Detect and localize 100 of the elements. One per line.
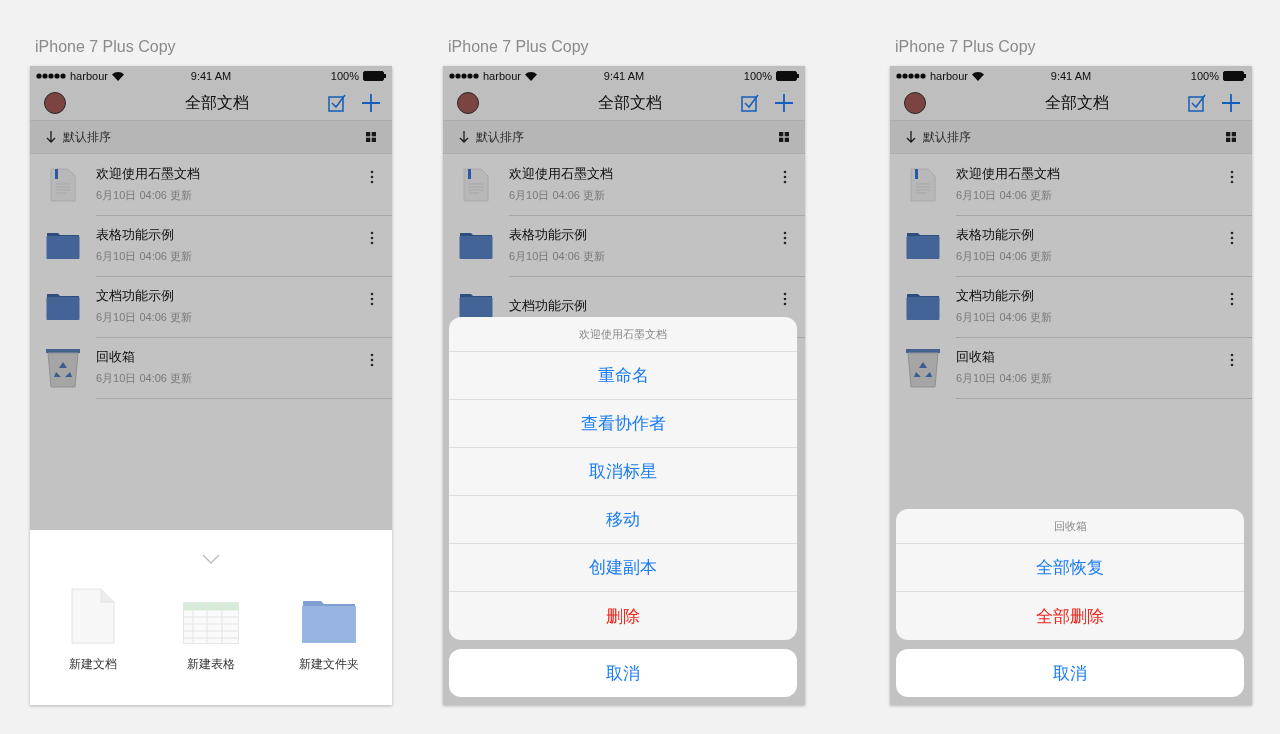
more-icon[interactable]	[783, 230, 787, 245]
more-icon[interactable]	[1230, 352, 1234, 367]
file-updated-time: 6月10日 04:06 更新	[509, 249, 606, 264]
folder-icon	[301, 600, 357, 644]
document-icon	[463, 167, 489, 202]
artboard-label: iPhone 7 Plus Copy	[448, 38, 590, 57]
action-option[interactable]: 取消标星	[449, 448, 797, 496]
file-updated-time: 6月10日 04:06 更新	[96, 249, 193, 264]
battery-percent: 100%	[1190, 70, 1219, 82]
carrier-name: harbour	[483, 70, 521, 82]
avatar[interactable]	[904, 92, 926, 114]
add-icon[interactable]	[362, 94, 380, 112]
file-name[interactable]: 欢迎使用石墨文档	[956, 165, 1252, 183]
status-time: 9:41 AM	[190, 70, 232, 82]
action-option[interactable]: 查看协作者	[449, 400, 797, 448]
folder-icon	[46, 292, 80, 321]
avatar[interactable]	[44, 92, 66, 114]
nav-title: 全部文档	[1044, 92, 1110, 113]
action-option[interactable]: 全部删除	[896, 592, 1244, 640]
file-name[interactable]: 欢迎使用石墨文档	[96, 165, 392, 183]
checkbox-edit-icon[interactable]	[1188, 94, 1206, 112]
grid-view-icon[interactable]	[779, 132, 789, 142]
file-updated-time: 6月10日 04:06 更新	[956, 371, 1053, 386]
more-icon[interactable]	[370, 291, 374, 306]
document-icon	[50, 167, 76, 202]
action-sheet-title: 回收箱	[896, 509, 1244, 544]
recycle-bin-icon	[46, 347, 80, 388]
folder-icon	[906, 292, 940, 321]
action-sheet-title: 欢迎使用石墨文档	[449, 317, 797, 352]
more-icon[interactable]	[1230, 169, 1234, 184]
folder-icon	[46, 231, 80, 260]
file-name[interactable]: 欢迎使用石墨文档	[509, 165, 805, 183]
create-option[interactable]: 新建表格	[161, 588, 261, 673]
folder-icon	[906, 231, 940, 260]
grid-view-icon[interactable]	[366, 132, 376, 142]
signal-icon	[896, 73, 926, 79]
cancel-button[interactable]: 取消	[449, 649, 797, 697]
file-name[interactable]: 回收箱	[96, 348, 392, 366]
more-icon[interactable]	[370, 352, 374, 367]
create-option[interactable]: 新建文件夹	[279, 588, 379, 673]
file-updated-time: 6月10日 04:06 更新	[96, 310, 193, 325]
file-updated-time: 6月10日 04:06 更新	[509, 188, 606, 203]
battery-icon	[363, 71, 386, 81]
checkbox-edit-icon[interactable]	[328, 94, 346, 112]
file-updated-time: 6月10日 04:06 更新	[956, 188, 1053, 203]
file-updated-time: 6月10日 04:06 更新	[956, 310, 1053, 325]
sort-label[interactable]: 默认排序	[923, 128, 971, 146]
more-icon[interactable]	[1230, 230, 1234, 245]
arrow-down-icon[interactable]	[906, 131, 916, 143]
add-icon[interactable]	[775, 94, 793, 112]
file-name[interactable]: 文档功能示例	[956, 287, 1252, 305]
wifi-icon	[971, 71, 984, 81]
status-time: 9:41 AM	[1050, 70, 1092, 82]
file-name[interactable]: 文档功能示例	[96, 287, 392, 305]
more-icon[interactable]	[1230, 291, 1234, 306]
file-name[interactable]: 文档功能示例	[509, 297, 805, 315]
sort-label[interactable]: 默认排序	[63, 128, 111, 146]
action-option[interactable]: 删除	[449, 592, 797, 640]
more-icon[interactable]	[370, 230, 374, 245]
action-option[interactable]: 重命名	[449, 352, 797, 400]
action-option[interactable]: 移动	[449, 496, 797, 544]
arrow-down-icon[interactable]	[46, 131, 56, 143]
add-icon[interactable]	[1222, 94, 1240, 112]
battery-icon	[776, 71, 799, 81]
status-time: 9:41 AM	[603, 70, 645, 82]
wifi-icon	[111, 71, 124, 81]
more-icon[interactable]	[370, 169, 374, 184]
file-name[interactable]: 表格功能示例	[96, 226, 392, 244]
file-name[interactable]: 表格功能示例	[956, 226, 1252, 244]
arrow-down-icon[interactable]	[459, 131, 469, 143]
wifi-icon	[524, 71, 537, 81]
file-updated-time: 6月10日 04:06 更新	[96, 188, 193, 203]
artboard-label: iPhone 7 Plus Copy	[35, 38, 177, 57]
battery-icon	[1223, 71, 1246, 81]
document-icon	[71, 588, 115, 644]
carrier-name: harbour	[930, 70, 968, 82]
cancel-button[interactable]: 取消	[896, 649, 1244, 697]
more-icon[interactable]	[783, 291, 787, 306]
spreadsheet-icon	[183, 602, 239, 644]
file-updated-time: 6月10日 04:06 更新	[96, 371, 193, 386]
create-option[interactable]: 新建文档	[43, 588, 143, 673]
file-name[interactable]: 回收箱	[956, 348, 1252, 366]
grid-view-icon[interactable]	[1226, 132, 1236, 142]
file-updated-time: 6月10日 04:06 更新	[956, 249, 1053, 264]
nav-title: 全部文档	[184, 92, 250, 113]
file-name[interactable]: 表格功能示例	[509, 226, 805, 244]
battery-percent: 100%	[743, 70, 772, 82]
action-option[interactable]: 创建副本	[449, 544, 797, 592]
checkbox-edit-icon[interactable]	[741, 94, 759, 112]
avatar[interactable]	[457, 92, 479, 114]
signal-icon	[36, 73, 66, 79]
artboard-label: iPhone 7 Plus Copy	[895, 38, 1037, 57]
sort-label[interactable]: 默认排序	[476, 128, 524, 146]
nav-title: 全部文档	[597, 92, 663, 113]
more-icon[interactable]	[783, 169, 787, 184]
recycle-bin-icon	[906, 347, 940, 388]
action-option[interactable]: 全部恢复	[896, 544, 1244, 592]
signal-icon	[449, 73, 479, 79]
carrier-name: harbour	[70, 70, 108, 82]
document-icon	[910, 167, 936, 202]
